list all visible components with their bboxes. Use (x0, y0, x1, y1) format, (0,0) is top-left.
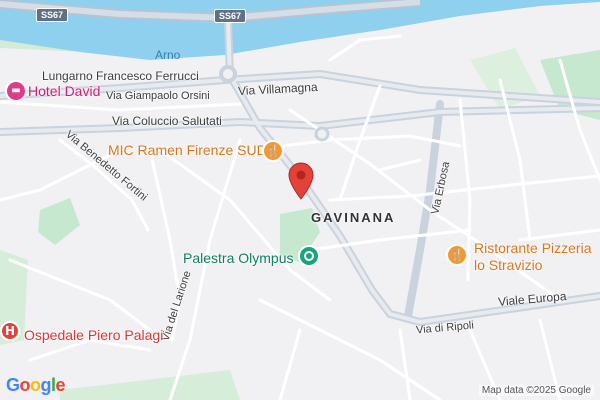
logo-letter: G (6, 375, 20, 395)
fork-knife-icon[interactable]: 🍴 (446, 244, 468, 266)
hospital-icon[interactable]: H (0, 321, 20, 341)
road-label-orsini: Via Giampaolo Orsini (106, 90, 210, 102)
district-label: GAVINANA (311, 210, 396, 225)
road-label-ferrucci: Lungarno Francesco Ferrucci (42, 69, 199, 83)
google-logo: Google (6, 375, 66, 396)
poi-restaurant-line2[interactable]: lo Stravizio (474, 257, 542, 273)
poi-ramen-label[interactable]: MIC Ramen Firenze SUD (108, 142, 267, 158)
road-label-salutati: Via Coluccio Salutati (112, 114, 222, 128)
dot-icon[interactable] (298, 245, 320, 267)
poi-hotel-label[interactable]: Hotel David (28, 83, 100, 99)
fork-knife-icon[interactable]: 🍴 (262, 140, 284, 162)
roundabout-east (314, 126, 330, 142)
bed-icon[interactable]: ▬ (5, 80, 27, 102)
map-view[interactable]: SS67 SS67 Arno Lungarno Francesco Ferruc… (0, 0, 600, 400)
poi-gym-label[interactable]: Palestra Olympus (183, 250, 293, 266)
logo-letter: g (40, 375, 52, 395)
poi-hospital-label[interactable]: Ospedale Piero Palagi (24, 327, 163, 343)
map-attribution[interactable]: Map data ©2025 Google (478, 385, 594, 396)
poi-restaurant-line1[interactable]: Ristorante Pizzeria (474, 240, 592, 256)
highway-shield-1: SS67 (36, 8, 69, 22)
location-pin-icon[interactable] (286, 162, 316, 200)
logo-letter: o (19, 375, 31, 395)
logo-letter: e (55, 375, 66, 395)
river-label: Arno (155, 48, 181, 62)
logo-letter: o (30, 375, 41, 395)
roundabout-north (219, 65, 237, 83)
highway-shield-2: SS67 (214, 9, 247, 23)
